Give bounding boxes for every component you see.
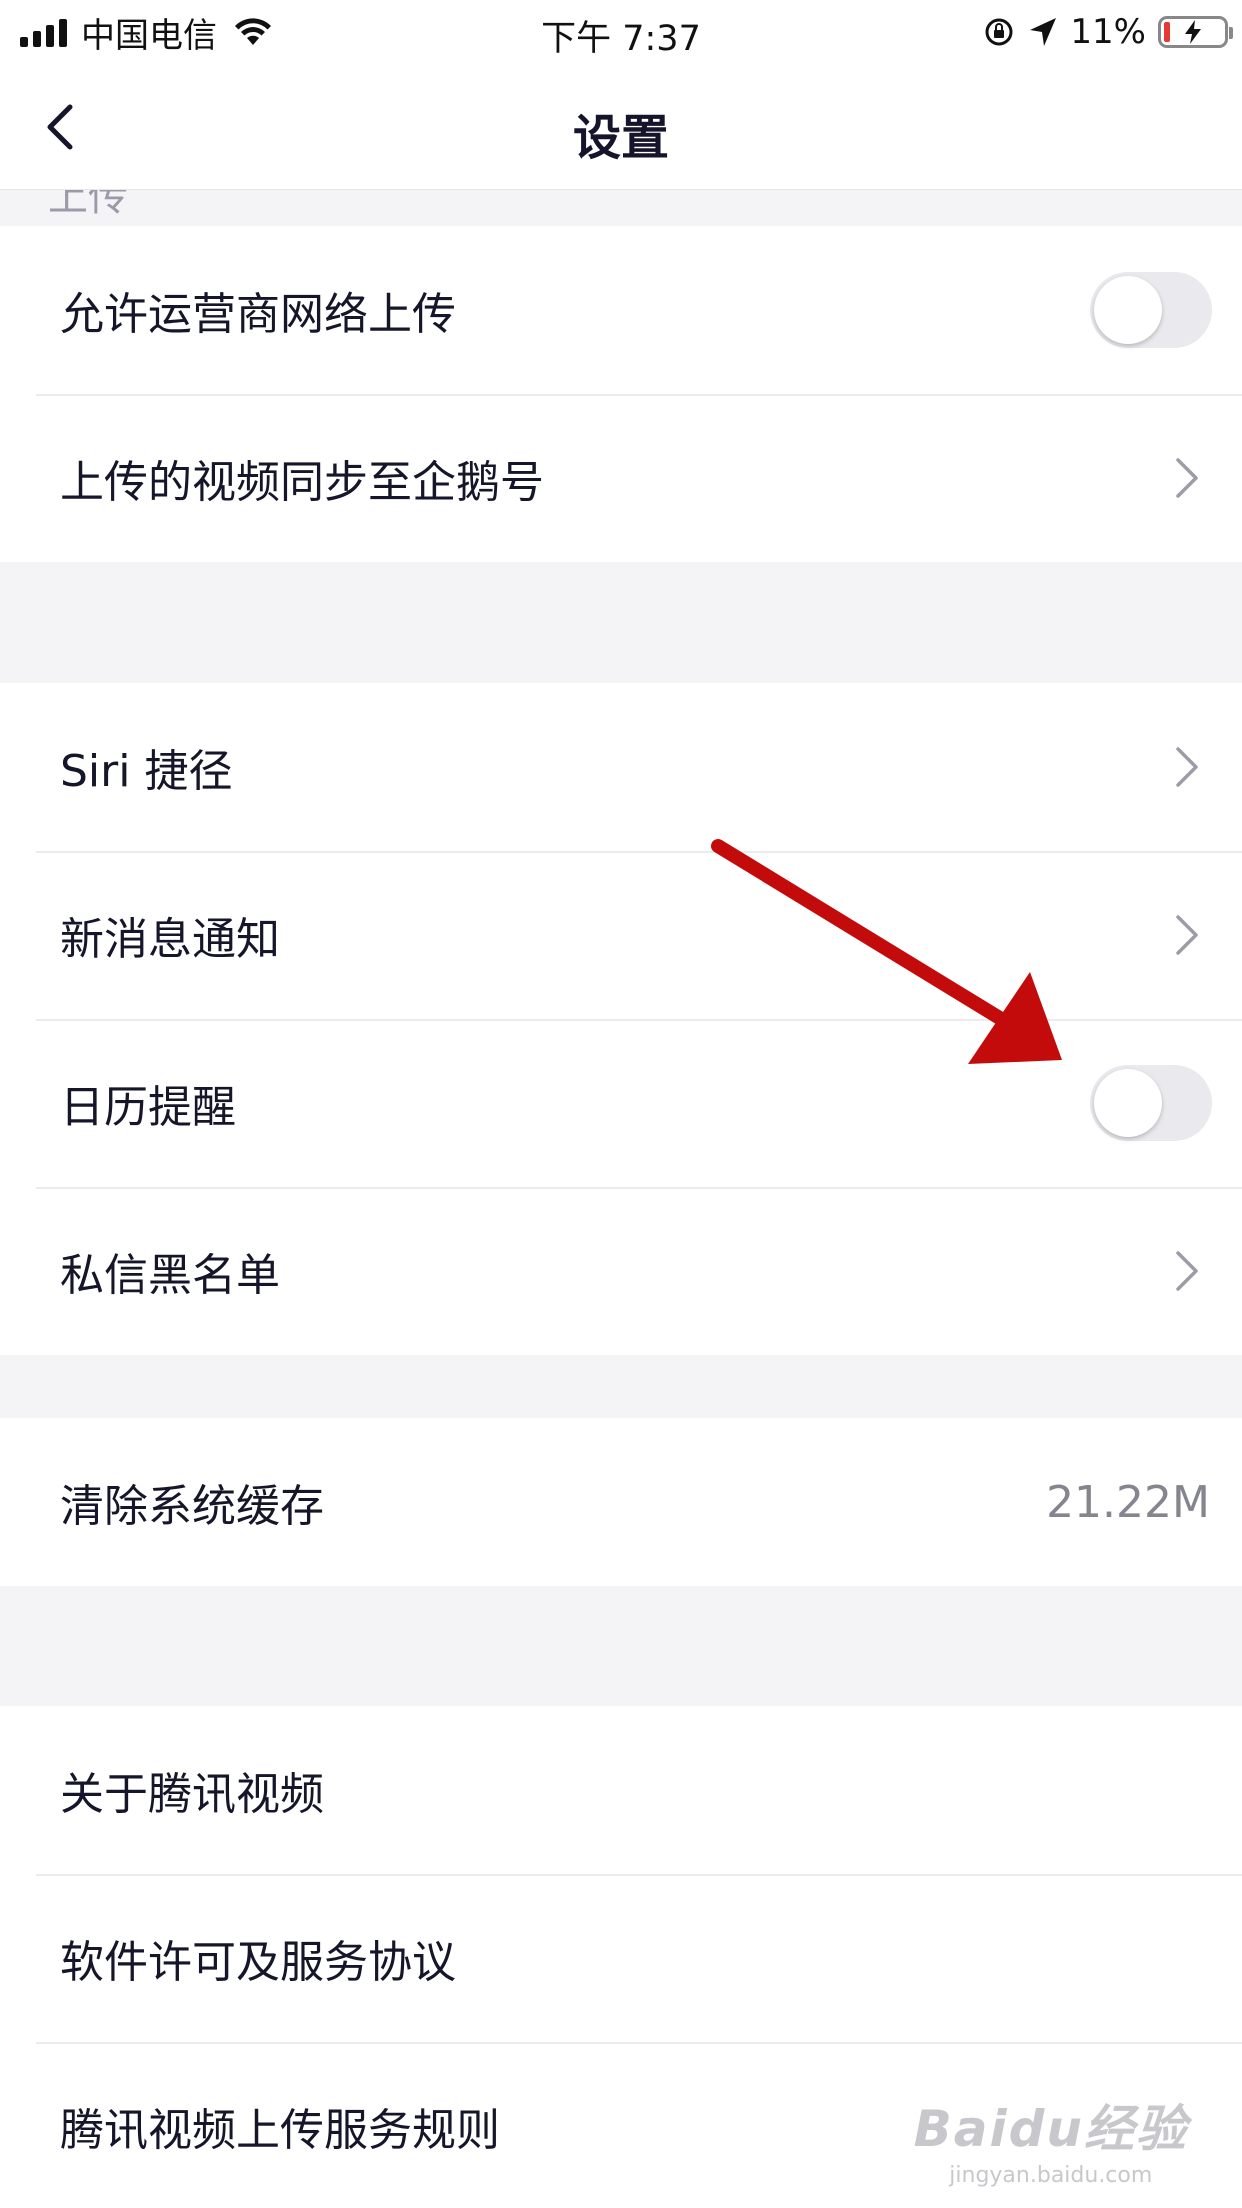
status-bar: 中国电信 下午 7:37 11% <box>0 0 1242 62</box>
setting-label: Siri 捷径 <box>60 746 233 797</box>
chevron-right-icon <box>1176 458 1198 498</box>
cache-size-value: 21.22M <box>1046 1476 1210 1528</box>
rotation-lock-icon <box>985 18 1013 46</box>
setting-row-blacklist[interactable]: 私信黑名单 <box>0 1187 1242 1355</box>
watermark-url: jingyan.baidu.com <box>949 2163 1153 2188</box>
watermark-logo: Baidu经验 <box>913 2100 1188 2158</box>
setting-label: 日历提醒 <box>60 1082 236 1133</box>
setting-label: 软件许可及服务协议 <box>60 1937 456 1988</box>
settings-group-cache: 清除系统缓存 21.22M <box>0 1418 1242 1586</box>
setting-row-clear-cache[interactable]: 清除系统缓存 21.22M <box>0 1418 1242 1586</box>
setting-label: 新消息通知 <box>60 914 280 965</box>
setting-label: 上传的视频同步至企鹅号 <box>60 457 544 508</box>
battery-percent: 11% <box>1070 12 1146 52</box>
page-title: 设置 <box>572 110 669 166</box>
location-arrow-icon <box>1030 18 1057 46</box>
setting-row-carrier-upload[interactable]: 允许运营商网络上传 <box>0 226 1242 394</box>
setting-row-license[interactable]: 软件许可及服务协议 <box>0 1874 1242 2042</box>
setting-row-about[interactable]: 关于腾讯视频 <box>0 1706 1242 1874</box>
setting-label: 腾讯视频上传服务规则 <box>60 2105 500 2156</box>
setting-label: 允许运营商网络上传 <box>60 289 456 340</box>
battery-charging-icon <box>1158 16 1233 48</box>
calendar-reminder-toggle[interactable] <box>1090 1065 1212 1141</box>
setting-label: 私信黑名单 <box>60 1250 280 1301</box>
chevron-right-icon <box>1176 747 1198 787</box>
chevron-right-icon <box>1176 1251 1198 1291</box>
annotation-arrow <box>711 839 1062 1064</box>
section-header-upload: 上传 <box>0 190 1242 226</box>
carrier-upload-toggle[interactable] <box>1090 272 1212 348</box>
setting-label: 关于腾讯视频 <box>60 1769 324 1820</box>
chevron-right-icon <box>1176 915 1198 955</box>
settings-group-upload: 允许运营商网络上传 上传的视频同步至企鹅号 <box>0 226 1242 562</box>
setting-label: 清除系统缓存 <box>60 1481 324 1532</box>
watermark: Baidu经验 jingyan.baidu.com <box>914 2089 1188 2188</box>
setting-row-sync-penguin[interactable]: 上传的视频同步至企鹅号 <box>0 394 1242 562</box>
section-header-label: 上传 <box>48 190 128 220</box>
navigation-bar: 设置 <box>0 62 1242 190</box>
